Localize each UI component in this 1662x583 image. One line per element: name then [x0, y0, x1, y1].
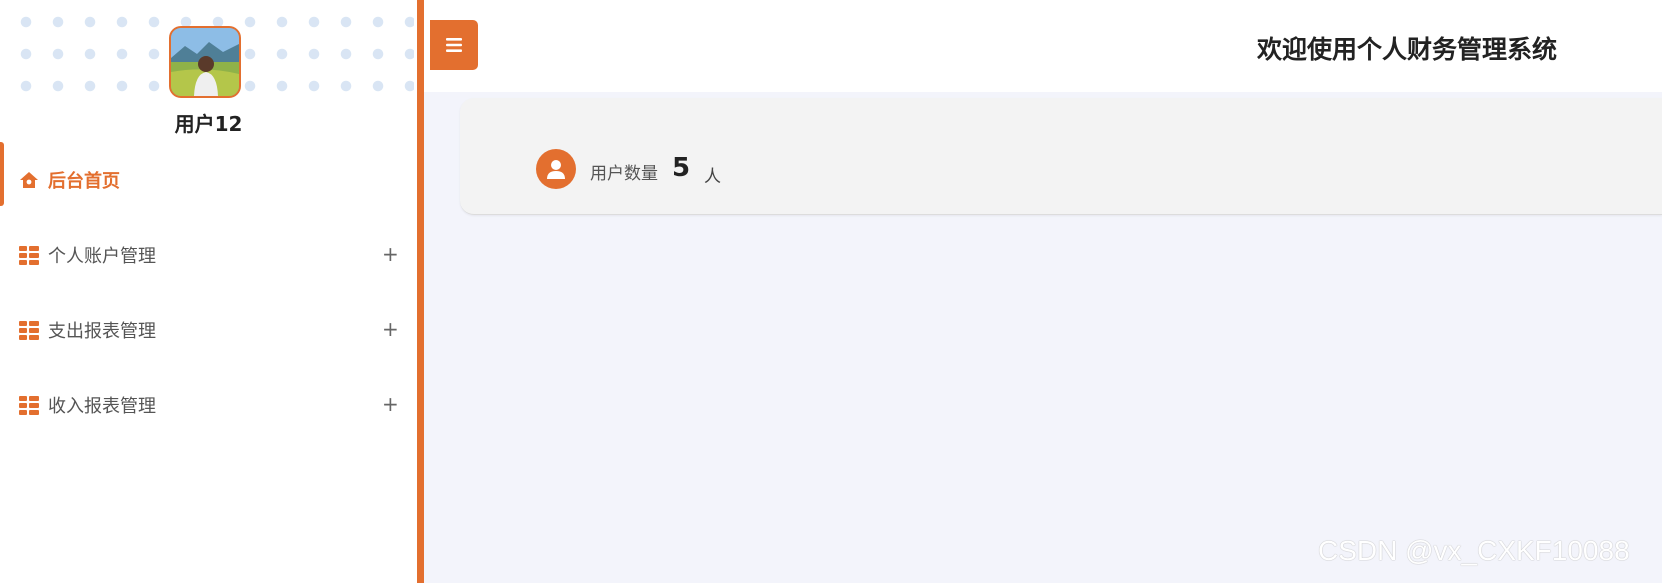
sidebar-item-label: 支出报表管理 — [48, 320, 156, 342]
grid-menu-icon — [18, 394, 40, 416]
hamburger-icon — [446, 38, 462, 52]
user-count-unit: 人 — [704, 167, 721, 187]
sidebar-item-expense-report[interactable]: 支出报表管理 + — [0, 292, 417, 367]
grid-menu-icon — [18, 244, 40, 266]
top-header: 欢迎使用个人财务管理系统 — [424, 0, 1662, 92]
expand-icon[interactable]: + — [382, 241, 399, 265]
sidebar-item-label: 收入报表管理 — [48, 395, 156, 417]
app-root: 用户12 后台首页 个人账户管理 + 支出报表管理 + 收入报表管理 + 欢迎使… — [0, 0, 1662, 583]
user-count-card: 用户数量 5 人 — [460, 98, 1662, 215]
sidebar-item-label: 后台首页 — [48, 170, 120, 192]
avatar-image — [171, 28, 239, 96]
expand-icon[interactable]: + — [382, 316, 399, 340]
username: 用户12 — [174, 112, 243, 136]
sidebar-toggle-button[interactable] — [430, 20, 478, 70]
expand-icon[interactable]: + — [382, 391, 399, 415]
sidebar-item-personal-account[interactable]: 个人账户管理 + — [0, 217, 417, 292]
sidebar: 用户12 后台首页 个人账户管理 + 支出报表管理 + 收入报表管理 + — [0, 0, 424, 583]
user-icon — [536, 149, 576, 189]
user-count-label: 用户数量 — [590, 164, 658, 184]
main-content: 用户数量 5 人 — [424, 92, 1662, 583]
grid-menu-icon — [18, 319, 40, 341]
page-title: 欢迎使用个人财务管理系统 — [1257, 35, 1558, 64]
sidebar-item-income-report[interactable]: 收入报表管理 + — [0, 367, 417, 442]
sidebar-item-label: 个人账户管理 — [48, 245, 156, 267]
avatar[interactable] — [169, 26, 241, 98]
sidebar-item-dashboard[interactable]: 后台首页 — [0, 142, 417, 217]
home-icon — [18, 169, 40, 191]
sidebar-menu: 后台首页 个人账户管理 + 支出报表管理 + 收入报表管理 + — [0, 142, 417, 442]
user-count-value: 5 — [672, 153, 691, 183]
watermark: CSDN @vx_CXKF10088 — [1318, 535, 1630, 566]
